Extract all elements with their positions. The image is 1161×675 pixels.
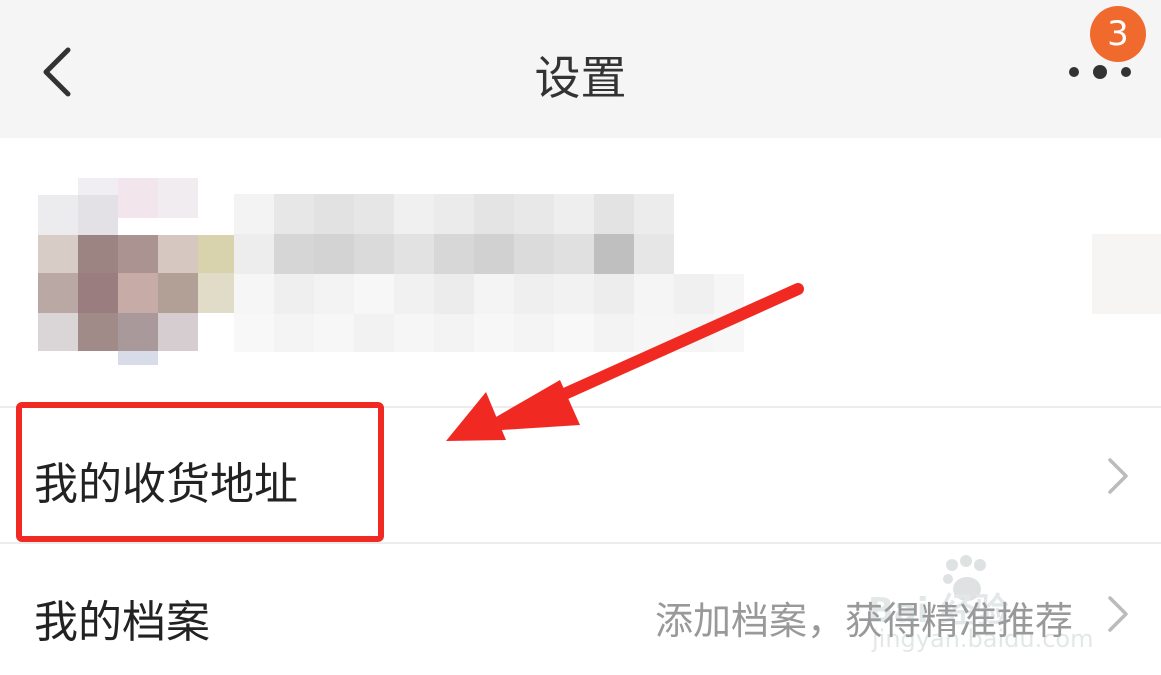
notification-badge: 3 (1090, 6, 1146, 62)
blurred-username (234, 194, 674, 274)
chevron-right-icon (1108, 596, 1128, 632)
menu-item-label: 我的档案 (34, 597, 210, 648)
blurred-user-info (234, 274, 744, 352)
page-title: 设置 (534, 51, 627, 105)
profile-card[interactable] (0, 138, 1161, 408)
nav-bar: 设置 3 (0, 0, 1161, 138)
menu-item-shipping-address[interactable]: 我的收货地址 (0, 408, 1161, 542)
menu-item-my-profile[interactable]: 我的档案 添加档案，获得精准推荐 (0, 544, 1161, 675)
blurred-avatar (38, 178, 238, 365)
menu-item-hint: 添加档案，获得精准推荐 (654, 599, 1073, 643)
more-dots-icon[interactable] (1062, 56, 1138, 88)
menu-item-label: 我的收货地址 (34, 459, 298, 510)
chevron-right-icon (1108, 458, 1128, 494)
blurred-side-detail (1092, 234, 1161, 314)
